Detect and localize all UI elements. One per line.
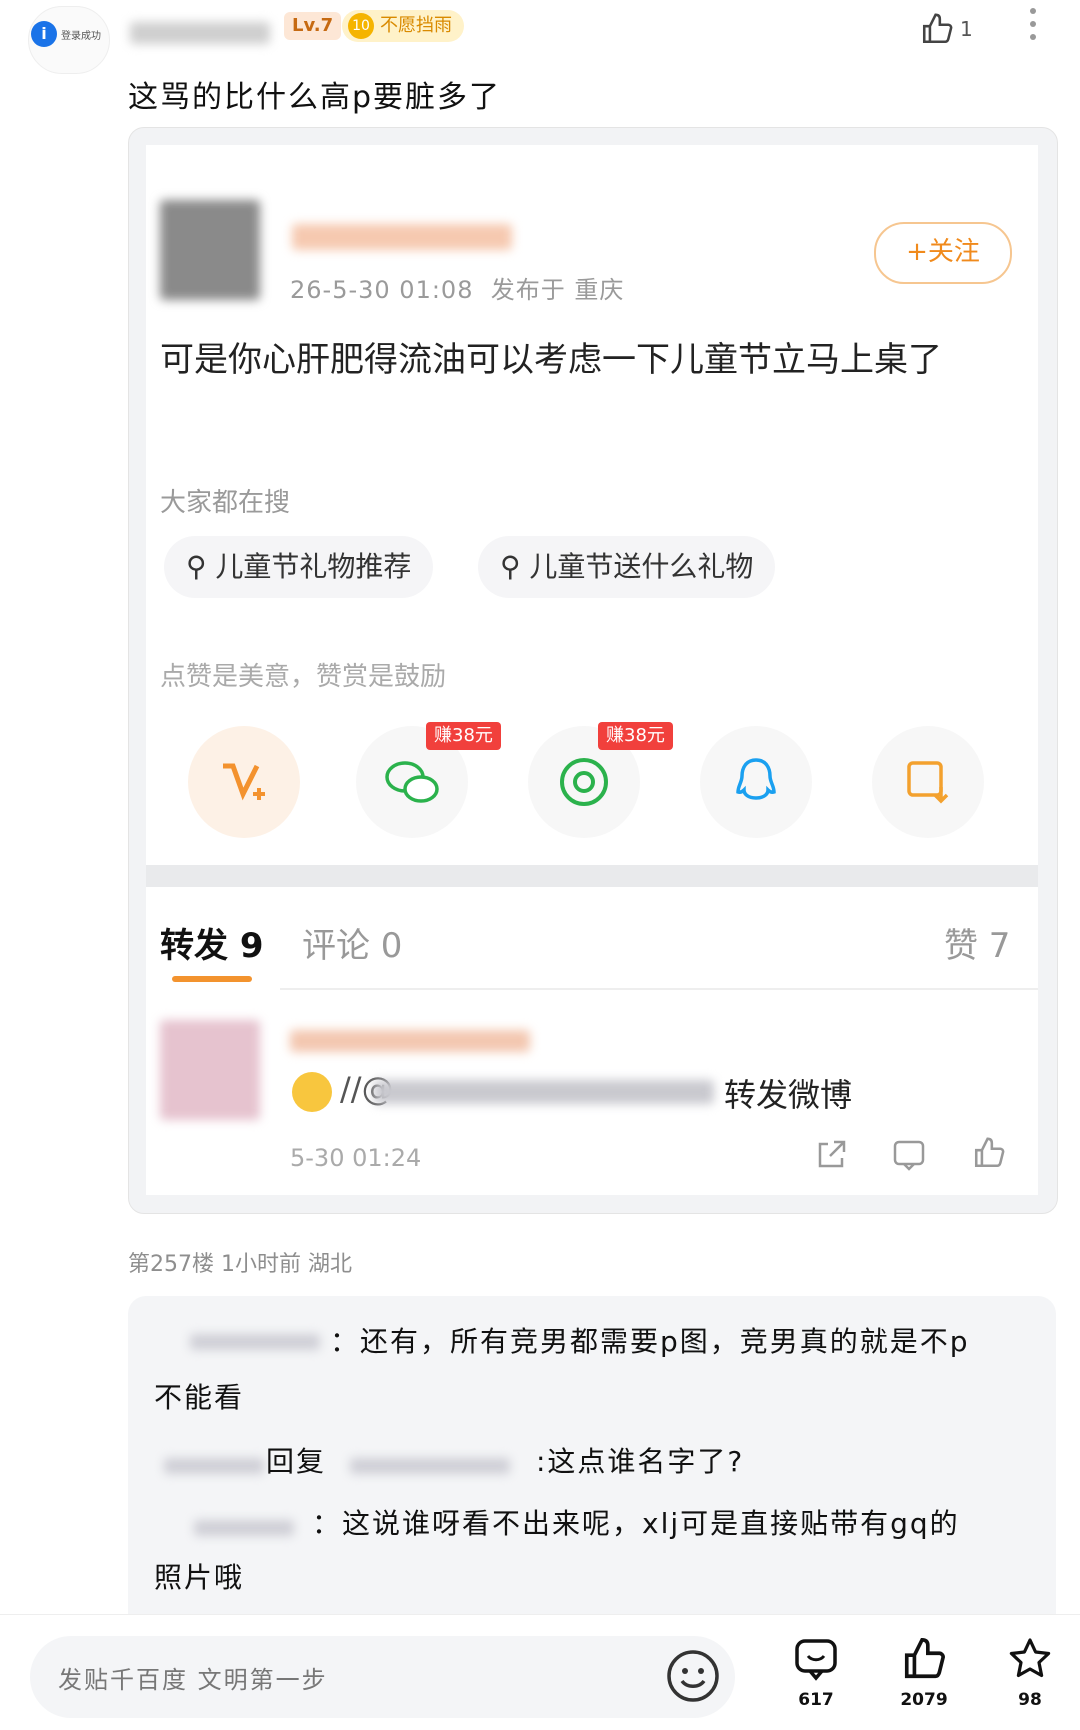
search-chip[interactable]: ⚲ 儿童节礼物推荐 [164, 536, 434, 598]
floor-info: 第257楼 1小时前 湖北 [128, 1252, 352, 1277]
reply-input[interactable]: 发贴千百度 文明第一步 [30, 1636, 735, 1718]
medal-text: 不愿挡雨 [380, 15, 452, 36]
medal-number: 10 [348, 13, 374, 39]
vip-button[interactable] [188, 726, 300, 838]
wechat-icon [385, 761, 439, 803]
reply-label: 回复 [266, 1445, 327, 1478]
thumb-up-icon[interactable] [972, 1136, 1006, 1170]
post-meta: 26-5-30 01:08 发布于 重庆 [290, 276, 625, 304]
comment-text: 这骂的比什么高p要脏多了 [128, 80, 502, 115]
likes-count: 2079 [900, 1690, 948, 1710]
comment-icon [795, 1639, 837, 1681]
replier-name-blurred [194, 1520, 294, 1536]
save-image-icon [907, 761, 949, 804]
qq-share-button[interactable] [700, 726, 812, 838]
save-image-button[interactable] [872, 726, 984, 838]
replier-name-blurred [190, 1334, 320, 1350]
post-text: 可是你心肝肥得流油可以考虑一下儿童节立马上桌了 [160, 340, 942, 380]
reply-text: 不能看 [154, 1381, 245, 1414]
reply-input-placeholder: 发贴千百度 文明第一步 [58, 1666, 328, 1694]
vip-icon [223, 763, 265, 801]
search-icon: ⚲ [500, 550, 521, 583]
qq-icon [736, 758, 776, 800]
crying-emoji-icon [292, 1072, 332, 1112]
avatar-label: 登录成功 [61, 31, 101, 42]
favorite-button[interactable]: 98 [990, 1636, 1070, 1710]
divider [280, 988, 1038, 990]
reply-text: ：还有，所有竞男都需要p图，竞男真的就是不p [330, 1325, 970, 1358]
search-icon: ⚲ [186, 550, 207, 583]
reply-target-blurred [350, 1458, 510, 1474]
thumb-up-icon [904, 1638, 945, 1679]
repost-mention-blurred [374, 1080, 714, 1104]
favorites-count: 98 [1018, 1690, 1042, 1710]
emoji-icon[interactable] [665, 1648, 721, 1704]
reward-badge: 赚38元 [426, 722, 501, 750]
username-blurred[interactable] [130, 22, 270, 44]
tab-repost[interactable]: 转发 9 [160, 918, 264, 967]
star-icon [1009, 1638, 1051, 1678]
poster-name-blurred [292, 224, 512, 250]
poster-avatar-blurred [160, 200, 260, 300]
fan-medal[interactable]: 10 不愿挡雨 [342, 10, 464, 42]
moments-icon [560, 758, 608, 806]
hot-search-label: 大家都在搜 [160, 488, 291, 518]
tab-comment[interactable]: 评论 0 [302, 918, 402, 967]
reply-text: 照片哦 [154, 1561, 245, 1594]
reply-text: ：这说谁呀看不出来呢，xlj可是直接贴带有gq的 [312, 1507, 960, 1540]
like-button[interactable]: 2079 [884, 1636, 964, 1710]
reply-text: :这点谁名字了? [536, 1445, 745, 1478]
user-avatar[interactable]: i 登录成功 [28, 6, 110, 74]
comments-count: 617 [798, 1690, 834, 1710]
praise-text: 点赞是美意，赞赏是鼓励 [160, 662, 447, 692]
comments-button[interactable]: 617 [776, 1636, 856, 1710]
comment-like-count: 1 [960, 17, 973, 41]
comment-like-button[interactable]: 1 [920, 12, 973, 46]
thumb-up-icon [922, 13, 953, 44]
share-icon[interactable] [814, 1138, 848, 1172]
replier-name-blurred [164, 1458, 264, 1474]
reposter-name-blurred [290, 1030, 530, 1052]
follow-button[interactable]: +关注 [874, 222, 1012, 284]
comment-icon[interactable] [892, 1138, 926, 1172]
active-tab-indicator [172, 976, 252, 982]
repost-text: 转发微博 [724, 1076, 853, 1114]
tab-like[interactable]: 赞 7 [944, 918, 1010, 967]
repost-date: 5-30 01:24 [290, 1144, 422, 1172]
more-icon[interactable] [1030, 8, 1036, 47]
info-icon: i [31, 21, 57, 47]
level-badge: Lv.7 [284, 12, 342, 40]
reward-badge: 赚38元 [598, 722, 673, 750]
search-chip[interactable]: ⚲ 儿童节送什么礼物 [478, 536, 776, 598]
reposter-avatar-blurred [160, 1020, 260, 1120]
